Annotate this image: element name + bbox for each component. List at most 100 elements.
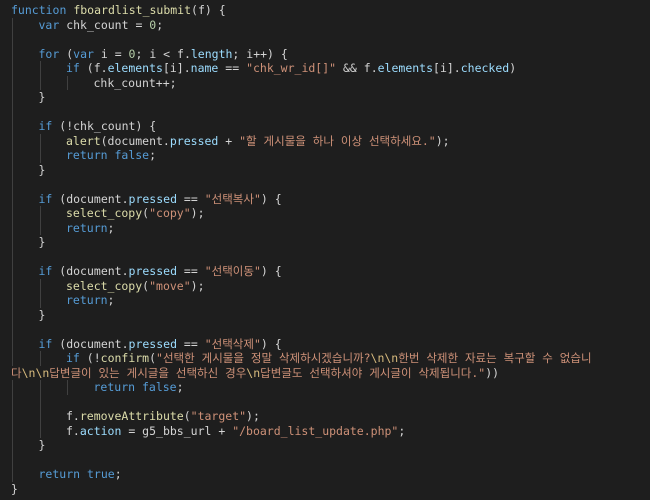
code-token: if bbox=[66, 61, 80, 75]
indent-guide bbox=[12, 104, 13, 119]
code-token: ; bbox=[398, 423, 406, 438]
code-token: (document. bbox=[52, 336, 129, 351]
indent-guide bbox=[12, 119, 13, 134]
code-token: pressed bbox=[128, 336, 177, 351]
code-token: fboardlist_submit bbox=[73, 3, 192, 17]
code-token: f. bbox=[66, 423, 80, 438]
code-line[interactable]: return true; bbox=[0, 467, 650, 482]
indent-guide bbox=[67, 75, 68, 90]
code-token: ; bbox=[149, 148, 157, 162]
code-editor[interactable]: function fboardlist_submit(f) {var chk_c… bbox=[0, 0, 650, 500]
code-token: (f) { bbox=[191, 3, 226, 17]
code-line[interactable]: } bbox=[0, 235, 650, 250]
code-token: && f. bbox=[336, 61, 378, 75]
code-line[interactable]: if (!chk_count) { bbox=[0, 119, 650, 134]
code-line[interactable]: } bbox=[0, 90, 650, 105]
code-line[interactable]: 다\n\n답변글이 있는 게시글을 선택하신 경우\n답변글도 선택하셔야 게시… bbox=[0, 366, 650, 381]
code-token: return bbox=[66, 148, 108, 162]
code-token: var bbox=[38, 17, 60, 32]
indent-guide bbox=[12, 423, 13, 438]
code-token: checked bbox=[460, 61, 510, 75]
code-token: pressed bbox=[169, 133, 219, 148]
code-token: } bbox=[38, 90, 46, 104]
code-token: ); bbox=[246, 409, 260, 423]
code-line[interactable]: return false; bbox=[0, 380, 650, 395]
code-token: "copy" bbox=[149, 206, 191, 220]
code-token: if bbox=[38, 191, 53, 206]
code-line[interactable]: if (document.pressed == "선택복사") { bbox=[0, 191, 650, 206]
code-token: = g5_bbs_url + bbox=[121, 423, 233, 438]
code-line[interactable] bbox=[0, 394, 650, 409]
code-token: select_copy bbox=[66, 278, 143, 293]
code-token: chk_count = bbox=[59, 17, 150, 32]
indent-guide bbox=[67, 380, 68, 395]
code-token: ; i++) { bbox=[232, 46, 288, 61]
indent-guide bbox=[12, 336, 13, 351]
code-token: function bbox=[11, 3, 67, 17]
code-line[interactable]: select_copy("move"); bbox=[0, 278, 650, 293]
code-token: [i]. bbox=[433, 61, 461, 75]
code-token: return bbox=[66, 220, 108, 235]
code-token: ; bbox=[107, 293, 115, 307]
code-token: "chk_wr_id[]" bbox=[246, 61, 337, 75]
code-token: [i]. bbox=[162, 61, 191, 75]
code-line[interactable]: } bbox=[0, 162, 650, 177]
indent-guide bbox=[12, 467, 13, 482]
code-token: (f. bbox=[79, 61, 108, 75]
indent-guide bbox=[12, 75, 13, 90]
code-line[interactable]: f.action = g5_bbs_url + "/board_list_upd… bbox=[0, 423, 650, 438]
indent-guide bbox=[12, 380, 13, 395]
code-line[interactable] bbox=[0, 322, 650, 337]
code-line[interactable]: if (document.pressed == "선택이동") { bbox=[0, 264, 650, 279]
code-line[interactable]: var chk_count = 0; bbox=[0, 17, 650, 32]
code-line[interactable]: } bbox=[0, 482, 650, 497]
code-line[interactable]: if (f.elements[i].name == "chk_wr_id[]" … bbox=[0, 61, 650, 76]
code-line[interactable]: } bbox=[0, 307, 650, 322]
code-line[interactable] bbox=[0, 104, 650, 119]
code-line[interactable] bbox=[0, 32, 650, 47]
code-token: (document. bbox=[52, 191, 129, 206]
code-line[interactable] bbox=[0, 177, 650, 192]
indent-guide bbox=[39, 75, 41, 90]
code-line[interactable]: chk_count++; bbox=[0, 75, 650, 90]
code-token: i = bbox=[93, 46, 129, 61]
indent-guide bbox=[39, 206, 41, 221]
code-line[interactable] bbox=[0, 452, 650, 467]
code-token: "선택복사" bbox=[204, 191, 261, 206]
code-line[interactable]: for (var i = 0; i < f.length; i++) { bbox=[0, 46, 650, 61]
indent-guide bbox=[39, 394, 41, 409]
indent-guide bbox=[12, 322, 13, 337]
code-token: )) bbox=[485, 365, 500, 380]
code-token: if bbox=[66, 351, 80, 365]
code-token: ) { bbox=[260, 264, 282, 278]
code-token: + bbox=[218, 133, 240, 148]
code-token: (document. bbox=[52, 264, 129, 278]
code-token: } bbox=[38, 307, 46, 322]
code-line[interactable]: f.removeAttribute("target"); bbox=[0, 409, 650, 424]
code-token: ( bbox=[59, 46, 74, 61]
code-token: "선택이동" bbox=[204, 264, 261, 278]
indent-guide bbox=[39, 133, 41, 148]
code-line[interactable]: alert(document.pressed + "할 게시물을 하나 이상 선… bbox=[0, 133, 650, 148]
indent-guide bbox=[39, 220, 41, 235]
code-line[interactable]: return; bbox=[0, 293, 650, 308]
code-token: ) { bbox=[260, 191, 282, 206]
indent-guide bbox=[39, 423, 41, 438]
code-token: alert bbox=[66, 133, 101, 148]
code-token: ); bbox=[435, 133, 450, 148]
code-line[interactable]: function fboardlist_submit(f) { bbox=[0, 3, 650, 18]
code-token: if bbox=[38, 119, 53, 133]
code-line[interactable]: return false; bbox=[0, 148, 650, 163]
code-line[interactable]: return; bbox=[0, 220, 650, 235]
code-token: elements bbox=[107, 61, 163, 75]
indent-guide bbox=[12, 148, 13, 163]
code-line[interactable]: select_copy("copy"); bbox=[0, 206, 650, 221]
indent-guide bbox=[12, 177, 13, 192]
code-line[interactable]: if (document.pressed == "선택삭제") { bbox=[0, 336, 650, 351]
indent-guide bbox=[12, 278, 13, 293]
code-line[interactable]: if (!confirm("선택한 게시물을 정말 삭제하시겠습니까?\n\n한… bbox=[0, 351, 650, 366]
code-line[interactable]: } bbox=[0, 438, 650, 453]
code-token: length bbox=[190, 46, 233, 61]
code-line[interactable] bbox=[0, 249, 650, 264]
indent-guide bbox=[39, 351, 41, 366]
